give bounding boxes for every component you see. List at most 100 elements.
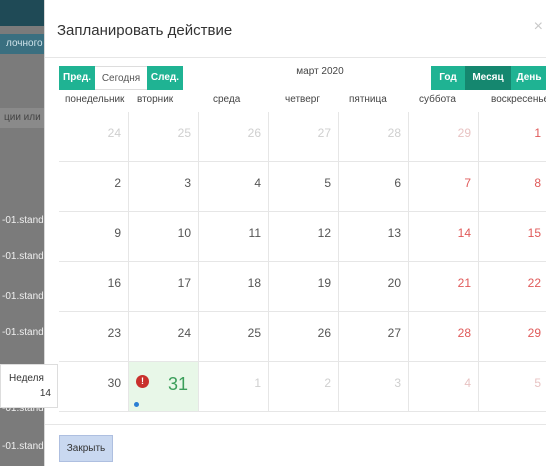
view-month-button[interactable]: Месяц [465,66,511,90]
day-number: 26 [317,326,331,340]
event-dot-icon[interactable] [134,402,139,407]
calendar-day-cell[interactable]: 5 [269,162,339,212]
calendar-day-cell[interactable]: 1 [479,112,546,162]
day-number: 28 [387,126,401,140]
calendar-day-cell[interactable]: 19 [269,262,339,312]
day-number: 16 [107,276,121,290]
calendar-day-cell[interactable]: 24 [59,112,129,162]
calendar-day-cell[interactable]: 15 [479,212,546,262]
calendar-day-cell[interactable]: 1 [199,362,269,412]
calendar-day-cell[interactable]: 30 [59,362,129,412]
calendar-day-cell[interactable]: 25 [199,312,269,362]
calendar-day-cell[interactable]: 29 [479,312,546,362]
day-number: 21 [457,276,471,290]
day-number: 18 [247,276,261,290]
day-number: 1 [534,126,541,140]
weekday-label: понедельник [65,94,125,105]
today-button[interactable]: Сегодня [95,66,147,90]
calendar-day-cell[interactable]: 12 [269,212,339,262]
calendar-day-cell[interactable]: 29 [409,112,479,162]
day-number: 8 [534,176,541,190]
day-number: 7 [464,176,471,190]
calendar-day-cell[interactable]: 8 [479,162,546,212]
calendar-day-cell[interactable]: 14 [409,212,479,262]
day-number: 10 [177,226,191,240]
weekday-label: пятница [349,94,387,105]
day-number: 1 [254,376,261,390]
modal-header: Запланировать действие × [45,0,546,58]
calendar-day-cell[interactable]: 3 [129,162,199,212]
alert-icon[interactable]: ! [136,375,149,388]
calendar-day-cell[interactable]: 31! [129,362,199,412]
calendar-day-cell[interactable]: 4 [409,362,479,412]
calendar-day-cell[interactable]: 7 [409,162,479,212]
day-number: 22 [527,276,541,290]
day-number: 15 [527,226,541,240]
calendar-day-cell[interactable]: 25 [129,112,199,162]
close-icon[interactable]: × [534,18,543,36]
next-button[interactable]: След. [147,66,183,90]
day-number: 30 [107,376,121,390]
view-year-button[interactable]: Год [431,66,465,90]
week-number: 14 [39,388,51,399]
month-grid: 24 25 26 27 28 29 1 2 3 4 5 6 7 8 9 10 11 12 13 14 15 16 17 18 1… [59,112,546,412]
calendar-period-title: март 2020 [296,66,344,77]
weekday-label: среда [213,94,241,105]
day-number: 26 [247,126,261,140]
weekday-label: четверг [285,94,320,105]
calendar-day-cell[interactable]: 26 [199,112,269,162]
calendar-day-cell[interactable]: 2 [59,162,129,212]
day-number: 27 [387,326,401,340]
day-number: 3 [394,376,401,390]
day-number: 24 [177,326,191,340]
day-number: 28 [457,326,471,340]
calendar-day-cell[interactable]: 20 [339,262,409,312]
day-number: 13 [387,226,401,240]
calendar-day-cell[interactable]: 27 [339,312,409,362]
calendar-day-cell[interactable]: 6 [339,162,409,212]
day-number: 4 [464,376,471,390]
calendar-day-cell[interactable]: 16 [59,262,129,312]
calendar-day-cell[interactable]: 22 [479,262,546,312]
calendar-day-cell[interactable]: 28 [339,112,409,162]
day-number: 17 [177,276,191,290]
week-label: Неделя [9,373,44,384]
calendar-day-cell[interactable]: 11 [199,212,269,262]
day-number: 25 [247,326,261,340]
day-number: 31 [167,374,188,394]
day-number: 29 [457,126,471,140]
calendar-day-cell[interactable]: 28 [409,312,479,362]
calendar-day-cell[interactable]: 13 [339,212,409,262]
calendar-day-cell[interactable]: 4 [199,162,269,212]
prev-button[interactable]: Пред. [59,66,95,90]
calendar-day-cell[interactable]: 9 [59,212,129,262]
modal-title: Запланировать действие [57,22,233,39]
week-number-tooltip: Неделя 14 [0,364,58,408]
calendar-day-cell[interactable]: 27 [269,112,339,162]
view-day-button[interactable]: День [511,66,546,90]
calendar-day-cell[interactable]: 21 [409,262,479,312]
calendar-day-cell[interactable]: 26 [269,312,339,362]
calendar-day-cell[interactable]: 23 [59,312,129,362]
calendar-day-cell[interactable]: 10 [129,212,199,262]
weekday-label: воскресенье [491,94,546,105]
calendar-day-cell[interactable]: 2 [269,362,339,412]
footer-divider [45,424,546,425]
weekday-label: суббота [419,94,456,105]
day-number: 29 [527,326,541,340]
calendar-day-cell[interactable]: 18 [199,262,269,312]
calendar-day-cell[interactable]: 3 [339,362,409,412]
day-number: 2 [324,376,331,390]
day-number: 6 [394,176,401,190]
day-number: 19 [317,276,331,290]
day-number: 3 [184,176,191,190]
day-number: 20 [387,276,401,290]
day-number: 11 [248,226,261,240]
day-number: 2 [114,176,121,190]
day-number: 4 [254,176,261,190]
calendar-day-cell[interactable]: 24 [129,312,199,362]
calendar-day-cell[interactable]: 17 [129,262,199,312]
day-number: 24 [107,126,121,140]
calendar-day-cell[interactable]: 5 [479,362,546,412]
close-button[interactable]: Закрыть [59,435,113,462]
